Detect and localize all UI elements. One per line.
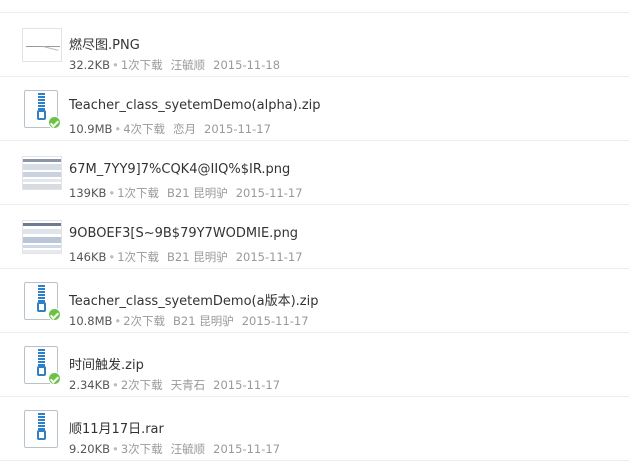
upload-date: 2015-11-17 xyxy=(241,314,309,328)
uploader-name[interactable]: 恋月 xyxy=(173,122,196,136)
file-name[interactable]: 67M_7YY9]7%CQK4@IIQ%$IR.png xyxy=(69,162,290,177)
file-size: 32.2KB xyxy=(69,58,111,72)
file-meta: 10.8MB • 2次下载 B21 昆明驴 2015-11-17 xyxy=(69,313,309,329)
file-name[interactable]: 9OBOEF3[S~9B$79Y7WODMIE.png xyxy=(69,226,298,241)
download-count: 1次下载 xyxy=(117,186,160,200)
check-badge-icon xyxy=(48,116,61,129)
download-count: 2次下载 xyxy=(120,378,163,392)
uploader-name[interactable]: B21 昆明驴 xyxy=(167,250,228,264)
file-row[interactable]: 9OBOEF3[S~9B$79Y7WODMIE.png 146KB • 1次下载 B2… xyxy=(0,205,629,269)
upload-date: 2015-11-17 xyxy=(213,378,281,392)
image-thumbnail[interactable] xyxy=(22,26,62,64)
download-count: 3次下载 xyxy=(120,442,163,456)
file-size: 10.8MB xyxy=(69,314,113,328)
file-size: 9.20KB xyxy=(69,442,111,456)
image-thumbnail[interactable] xyxy=(22,154,62,192)
download-count: 4次下载 xyxy=(123,122,166,136)
separator: • xyxy=(108,250,116,264)
file-meta: 10.9MB • 4次下载 恋月 2015-11-17 xyxy=(69,121,271,137)
file-meta: 32.2KB • 1次下载 汪毓顺 2015-11-18 xyxy=(69,57,280,73)
upload-date: 2015-11-17 xyxy=(235,186,303,200)
file-name[interactable]: 燃尽图.PNG xyxy=(69,34,140,53)
file-row[interactable]: 顺11月17日.rar 9.20KB • 3次下载 汪毓顺 2015-11-17 xyxy=(0,397,629,461)
upload-date: 2015-11-18 xyxy=(213,58,281,72)
file-name[interactable]: Teacher_class_syetemDemo(a版本).zip xyxy=(69,290,318,309)
rar-file-icon[interactable] xyxy=(24,410,60,448)
check-badge-icon xyxy=(48,372,61,385)
zip-file-icon[interactable] xyxy=(24,282,61,321)
file-list: 燃尽图.PNG 32.2KB • 1次下载 汪毓顺 2015-11-18 Teacher… xyxy=(0,0,629,475)
uploader-name[interactable]: B21 昆明驴 xyxy=(173,314,234,328)
file-meta: 139KB • 1次下载 B21 昆明驴 2015-11-17 xyxy=(69,185,303,201)
separator: • xyxy=(112,58,119,72)
check-badge-icon xyxy=(48,308,61,321)
download-count: 1次下载 xyxy=(117,250,160,264)
screenshot-thumbnail-icon xyxy=(22,220,62,254)
file-meta: 9.20KB • 3次下载 汪毓顺 2015-11-17 xyxy=(69,441,280,457)
file-name[interactable]: Teacher_class_syetemDemo(alpha).zip xyxy=(69,98,321,113)
file-row[interactable]: Teacher_class_syetemDemo(a版本).zip 10.8MB… xyxy=(0,269,629,333)
file-row[interactable]: 67M_7YY9]7%CQK4@IIQ%$IR.png 139KB • 1次下载 B2… xyxy=(0,141,629,205)
file-meta: 146KB • 1次下载 B21 昆明驴 2015-11-17 xyxy=(69,249,303,265)
download-count: 1次下载 xyxy=(120,58,163,72)
separator: • xyxy=(114,314,122,328)
download-count: 2次下载 xyxy=(123,314,166,328)
screenshot-thumbnail-icon xyxy=(22,156,62,190)
zip-file-icon[interactable] xyxy=(24,90,61,129)
file-meta: 2.34KB • 2次下载 天青石 2015-11-17 xyxy=(69,377,280,393)
file-name[interactable]: 顺11月17日.rar xyxy=(69,418,164,437)
file-size: 139KB xyxy=(69,186,107,200)
file-size: 10.9MB xyxy=(69,122,113,136)
image-thumbnail[interactable] xyxy=(22,218,62,256)
separator: • xyxy=(112,378,119,392)
upload-date: 2015-11-17 xyxy=(213,442,281,456)
upload-date: 2015-11-17 xyxy=(204,122,271,136)
uploader-name[interactable]: 天青石 xyxy=(171,378,206,392)
file-size: 146KB xyxy=(69,250,107,264)
separator: • xyxy=(108,186,116,200)
separator: • xyxy=(114,122,122,136)
zip-file-icon[interactable] xyxy=(24,346,61,385)
file-row[interactable]: 燃尽图.PNG 32.2KB • 1次下载 汪毓顺 2015-11-18 xyxy=(0,13,629,77)
file-name[interactable]: 时间触发.zip xyxy=(69,354,144,373)
file-row[interactable]: Teacher_class_syetemDemo(alpha).zip 10.9… xyxy=(0,77,629,141)
upload-date: 2015-11-17 xyxy=(235,250,303,264)
file-row[interactable]: 时间触发.zip 2.34KB • 2次下载 天青石 2015-11-17 xyxy=(0,333,629,397)
separator: • xyxy=(112,442,119,456)
uploader-name[interactable]: B21 昆明驴 xyxy=(167,186,228,200)
archive-icon xyxy=(24,410,58,448)
file-size: 2.34KB xyxy=(69,378,111,392)
uploader-name[interactable]: 汪毓顺 xyxy=(171,442,206,456)
uploader-name[interactable]: 汪毓顺 xyxy=(171,58,206,72)
burndown-chart-thumbnail-icon xyxy=(22,28,62,62)
